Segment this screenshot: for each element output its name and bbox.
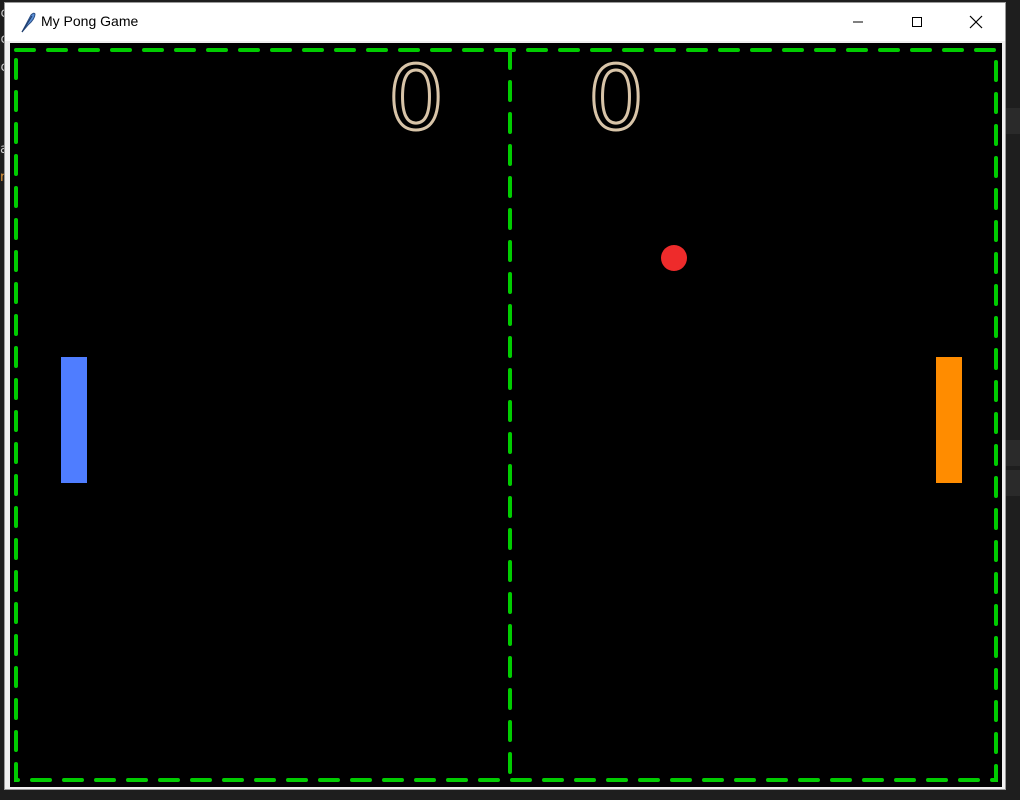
maximize-button[interactable]: [894, 3, 940, 41]
playfield-lines: [14, 48, 998, 782]
close-icon: [969, 15, 983, 29]
left-paddle: [61, 357, 87, 483]
dashed-border: [14, 48, 998, 782]
close-button[interactable]: [953, 3, 999, 41]
left-player-score: 0: [387, 47, 446, 150]
maximize-icon: [912, 17, 922, 27]
right-paddle: [936, 357, 962, 483]
game-canvas[interactable]: 0 0: [10, 43, 1002, 787]
window-titlebar[interactable]: My Pong Game: [5, 3, 1005, 41]
window-title: My Pong Game: [41, 13, 139, 29]
feather-icon: [19, 11, 37, 33]
pong-window: My Pong Game 0 0: [4, 2, 1006, 790]
right-player-score: 0: [587, 47, 646, 150]
ball: [661, 245, 687, 271]
minimize-button[interactable]: [835, 3, 881, 41]
minimize-icon: [853, 21, 863, 23]
